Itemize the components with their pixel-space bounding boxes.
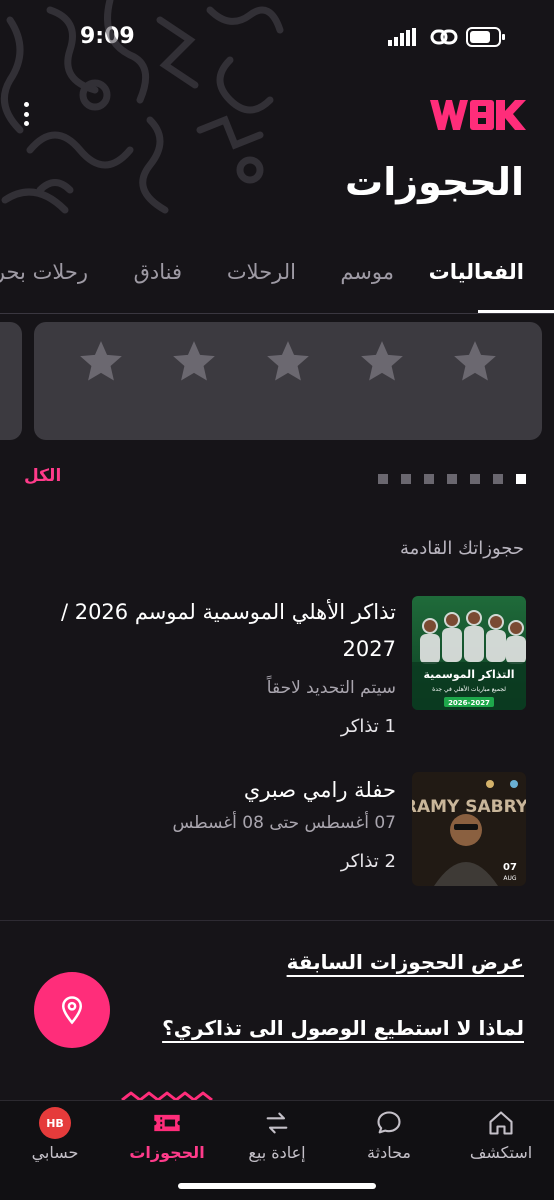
page-dot-active[interactable] (516, 474, 526, 484)
booking-title: تذاكر الأهلي الموسمية لموسم 2026 / 2027 (60, 600, 396, 661)
location-pin-icon (61, 996, 83, 1025)
view-all-link[interactable]: الكل (24, 466, 61, 486)
page-dot[interactable] (378, 474, 388, 484)
category-tabs: الفعاليات موسم الرحلات فنادق رحلات بحرية (0, 250, 554, 314)
poster-day: 07 (503, 862, 517, 873)
poster-heading: التذاكر الموسمية (423, 668, 514, 681)
rating-card[interactable] (34, 322, 542, 440)
carousel-card-previous[interactable] (0, 322, 22, 440)
battery-icon (466, 27, 505, 47)
nav-label: الحجوزات (129, 1143, 205, 1162)
signal-icon (388, 28, 416, 46)
nav-label: إعادة بيع (248, 1143, 306, 1162)
avatar-initials: HB (39, 1107, 71, 1139)
tab-season[interactable]: موسم (340, 260, 394, 284)
ticket-count: 2 تذاكر (340, 851, 396, 872)
header-pattern (0, 0, 284, 214)
nav-label: حسابي (31, 1143, 79, 1162)
star-icon[interactable] (169, 337, 219, 387)
ticket-count: 1 تذاكر (340, 716, 396, 737)
booking-info: حفلة رامي صبري 07 أغسطس حتى 08 أغسطس 2 ت… (36, 772, 396, 872)
avatar: HB (39, 1107, 71, 1139)
chat-icon (373, 1107, 405, 1139)
more-dot-icon (23, 102, 29, 107)
booking-thumbnail: RAMY SABRY 07 AUG (412, 772, 526, 886)
tab-cruises[interactable]: رحلات بحرية (0, 260, 88, 284)
nav-label: محادثة (367, 1143, 411, 1162)
past-bookings-link[interactable]: عرض الحجوزات السابقة (287, 950, 524, 974)
page-dot[interactable] (493, 474, 503, 484)
more-options-button[interactable] (14, 98, 38, 130)
booking-title: حفلة رامي صبري (243, 778, 396, 802)
page-dot[interactable] (447, 474, 457, 484)
logo (430, 100, 526, 130)
star-icon[interactable] (357, 337, 407, 387)
booking-info: تذاكر الأهلي الموسمية لموسم 2026 / 2027 … (36, 594, 396, 737)
page-dot[interactable] (401, 474, 411, 484)
booking-thumbnail: التذاكر الموسمية لجميع مباريات الأهلي في… (412, 596, 526, 710)
booking-date: 07 أغسطس حتى 08 أغسطس (172, 813, 396, 833)
active-tab-indicator (478, 310, 554, 313)
home-icon (485, 1107, 517, 1139)
resale-icon (261, 1107, 293, 1139)
star-icon[interactable] (263, 337, 313, 387)
nav-resale[interactable]: إعادة بيع (222, 1101, 332, 1181)
tab-events[interactable]: الفعاليات (429, 260, 524, 284)
ticket-icon (151, 1107, 183, 1139)
star-rating (34, 322, 542, 402)
tab-hotels[interactable]: فنادق (134, 260, 182, 284)
star-icon[interactable] (76, 337, 126, 387)
poster-artist: RAMY SABRY (412, 797, 526, 817)
concert-poster: RAMY SABRY 07 AUG (412, 772, 526, 886)
page-dot[interactable] (424, 474, 434, 484)
link-icon (430, 29, 458, 45)
carousel-pagination (378, 474, 526, 484)
home-indicator[interactable] (178, 1183, 376, 1189)
season-tickets-poster: التذاكر الموسمية لجميع مباريات الأهلي في… (412, 596, 526, 710)
booking-date: سيتم التحديد لاحقاً (266, 678, 396, 698)
nav-account[interactable]: HB حسابي (0, 1101, 110, 1181)
tab-trips[interactable]: الرحلات (227, 260, 296, 284)
more-dot-icon (23, 121, 29, 126)
bottom-navigation: استكشف محادثة إعادة بيع الحجوزات HB حساب… (0, 1100, 554, 1200)
poster-years: 2026-2027 (448, 699, 490, 707)
location-fab-button[interactable] (34, 972, 110, 1048)
nav-explore[interactable]: استكشف (446, 1101, 554, 1181)
nav-chat[interactable]: محادثة (334, 1101, 444, 1181)
nav-bookings[interactable]: الحجوزات (112, 1101, 222, 1181)
section-divider (0, 920, 554, 921)
ticket-access-help-link[interactable]: لماذا لا استطيع الوصول الى تذاكري؟ (162, 1016, 524, 1040)
upcoming-section-title: حجوزاتك القادمة (399, 538, 524, 559)
page-title: الحجوزات (345, 160, 524, 204)
more-dot-icon (23, 111, 29, 117)
nav-label: استكشف (469, 1143, 533, 1162)
star-icon[interactable] (450, 337, 500, 387)
poster-subheading: لجميع مباريات الأهلي في جدة (432, 685, 506, 693)
poster-month: AUG (503, 875, 516, 882)
page-dot[interactable] (470, 474, 480, 484)
